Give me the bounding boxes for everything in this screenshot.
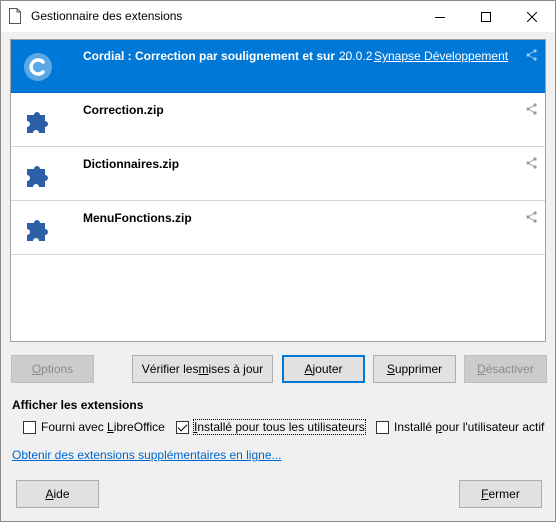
title-bar: Gestionnaire des extensions (1, 1, 555, 32)
add-label-rest: jouter (312, 362, 343, 376)
share-icon (526, 49, 537, 61)
check-updates-label-rest: ises à jour (208, 362, 264, 376)
disable-accelerator: D (477, 362, 486, 376)
help-label-rest: ide (53, 487, 70, 501)
show-extensions-heading: Afficher les extensions (12, 398, 144, 412)
shared-label-rest: nstallé pour tous les utilisateurs (197, 420, 365, 434)
help-accelerator: A (45, 487, 54, 501)
extension-item-dictionnaires[interactable]: Dictionnaires.zip (11, 148, 545, 201)
puzzle-piece-icon (27, 112, 48, 133)
bundled-label-rest: ibreOffice (113, 420, 165, 434)
bundled-label-start: Fourni avec (41, 420, 108, 434)
extension-item-menufonctions[interactable]: MenuFonctions.zip (11, 202, 545, 255)
bundled-accelerator: L (107, 420, 114, 434)
maximize-button[interactable] (463, 1, 509, 32)
user-label-start: Installé (394, 420, 436, 434)
help-button[interactable]: Aide (16, 480, 99, 508)
extension-version: 20.0.2 (339, 49, 373, 63)
options-button[interactable]: Options (11, 355, 94, 383)
window-title: Gestionnaire des extensions (31, 9, 183, 23)
extension-name: MenuFonctions.zip (83, 211, 192, 225)
extension-name: Correction.zip (83, 103, 164, 117)
options-accelerator: O (31, 362, 42, 376)
minimize-button[interactable] (417, 1, 463, 32)
close-accelerator: F (481, 487, 489, 501)
document-icon (9, 8, 21, 24)
bundled-checkbox-box[interactable] (23, 420, 36, 434)
user-checkbox-box[interactable] (376, 420, 389, 434)
remove-label-rest: upprimer (394, 362, 443, 376)
minimize-icon (435, 16, 445, 18)
cordial-logo-icon (24, 53, 52, 81)
user-label-rest: our l'utilisateur actif (442, 420, 545, 434)
shared-checkbox-box[interactable] (176, 420, 189, 434)
puzzle-piece-icon (27, 220, 48, 241)
share-icon (526, 157, 537, 169)
extension-name: Dictionnaires.zip (83, 157, 180, 171)
extension-item-cordial[interactable]: Cordial : Correction par soulignement et… (11, 40, 545, 93)
get-more-extensions-link[interactable]: Obtenir des extensions supplémentaires e… (12, 448, 282, 462)
remove-button[interactable]: Supprimer (373, 355, 456, 383)
check-updates-accelerator: m (198, 362, 209, 376)
maximize-icon (481, 11, 491, 22)
shared-checkbox[interactable]: Installé pour tous les utilisateurs (176, 419, 366, 435)
close-icon (527, 11, 537, 22)
options-label-rest: ptions (41, 362, 74, 376)
close-button[interactable]: Fermer (459, 480, 542, 508)
extension-publisher-link[interactable]: Synapse Développement (374, 49, 508, 63)
bundled-checkbox-label: Fourni avec LibreOffice (41, 420, 165, 434)
user-checkbox-label: Installé pour l'utilisateur actif (394, 420, 544, 434)
close-label-rest: ermer (488, 487, 520, 501)
share-icon (526, 103, 537, 115)
extension-item-correction[interactable]: Correction.zip (11, 94, 545, 147)
extension-list[interactable]: Cordial : Correction par soulignement et… (10, 39, 546, 342)
check-updates-label: Vérifier les (141, 362, 199, 376)
disable-button[interactable]: Désactiver (464, 355, 547, 383)
close-window-button[interactable] (509, 1, 555, 32)
bundled-checkbox[interactable]: Fourni avec LibreOffice (23, 419, 165, 435)
extension-manager-window: Gestionnaire des extensions Cordial : Co… (0, 0, 556, 522)
add-button[interactable]: Ajouter (282, 355, 365, 383)
disable-label-rest: ésactiver (485, 362, 534, 376)
extension-name: Cordial : Correction par soulignement et… (83, 49, 349, 63)
user-checkbox[interactable]: Installé pour l'utilisateur actif (376, 419, 544, 435)
remove-accelerator: S (386, 362, 395, 376)
shared-checkbox-label: Installé pour tous les utilisateurs (193, 419, 366, 435)
puzzle-piece-icon (27, 166, 48, 187)
check-updates-button[interactable]: Vérifier les m ises à jour (132, 355, 273, 383)
share-icon (526, 211, 537, 223)
